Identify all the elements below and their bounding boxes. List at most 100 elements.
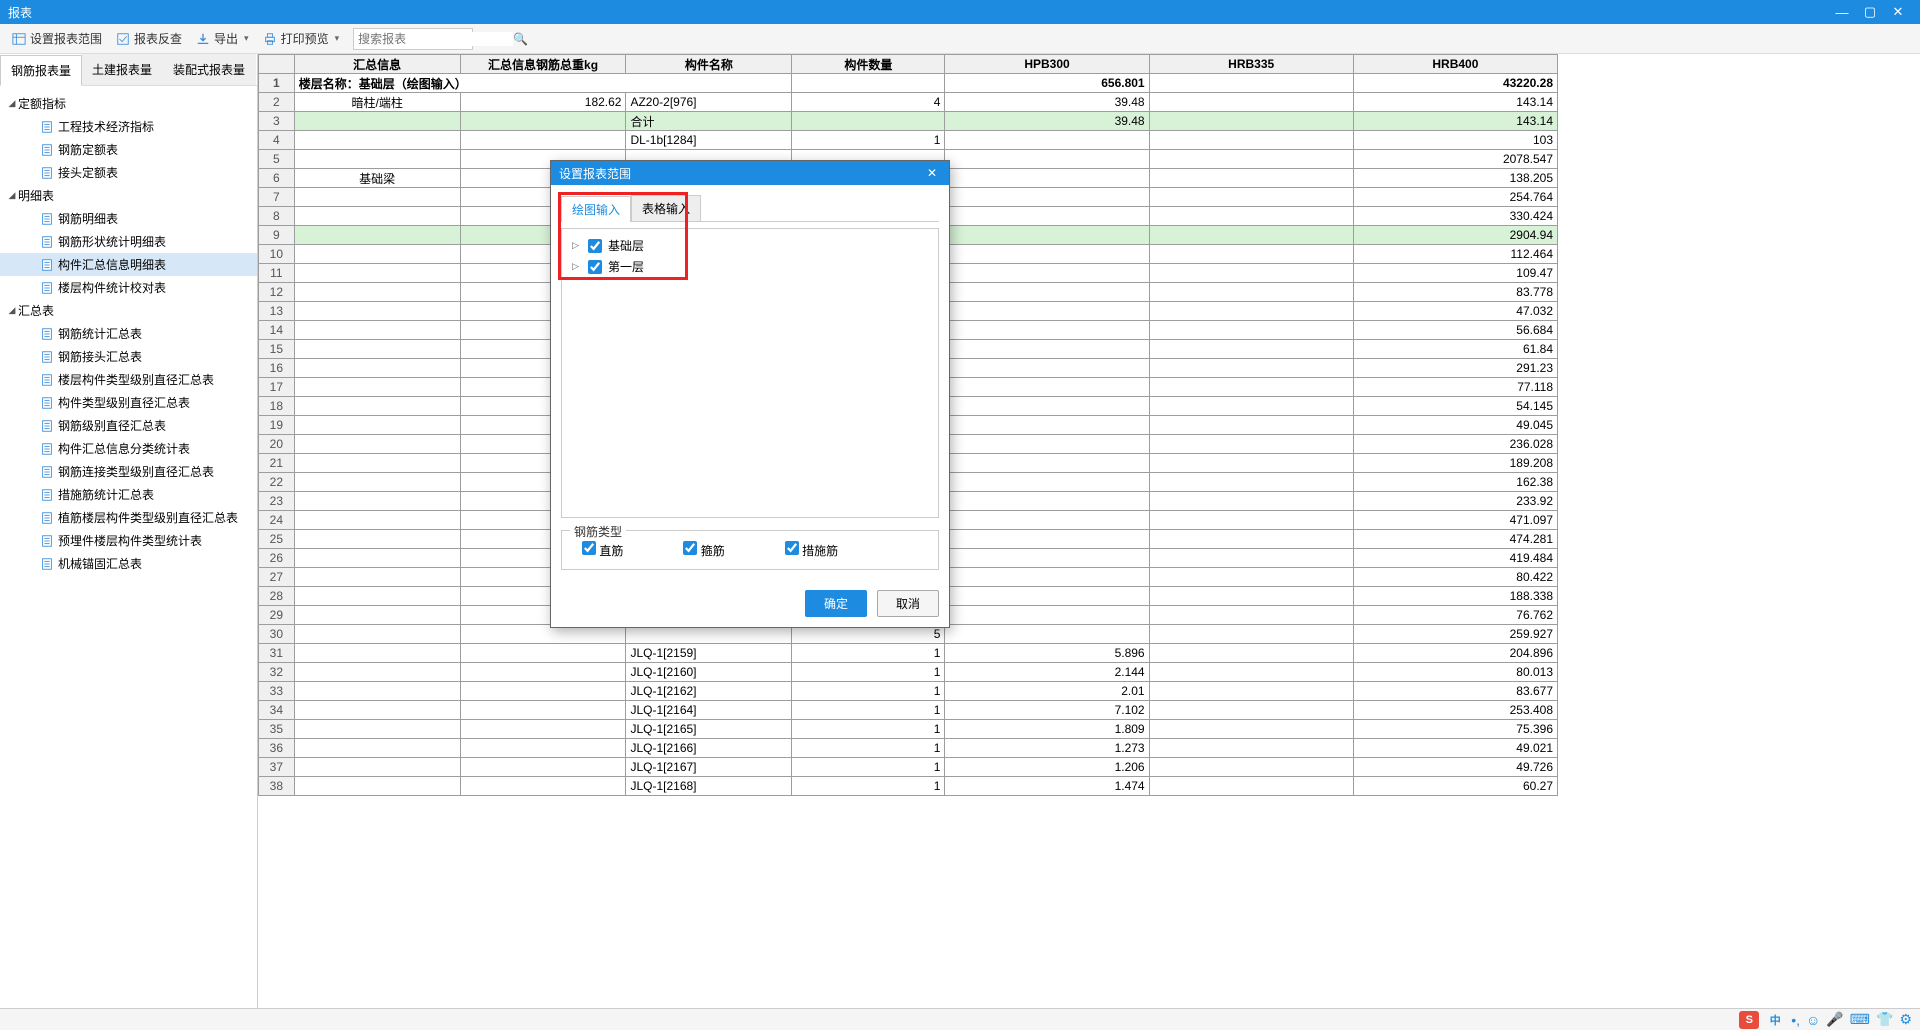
tree-item[interactable]: 措施筋统计汇总表 [0, 483, 257, 506]
ime-keyboard-icon[interactable]: ⌨ [1850, 1011, 1870, 1028]
document-icon [40, 419, 54, 433]
print-preview-button[interactable]: 打印预览 ▾ [257, 27, 346, 50]
tree-item[interactable]: 钢筋统计汇总表 [0, 322, 257, 345]
tree-item[interactable]: 钢筋定额表 [0, 138, 257, 161]
export-button[interactable]: 导出 ▾ [190, 27, 255, 50]
tree-item[interactable]: 钢筋形状统计明细表 [0, 230, 257, 253]
document-icon [40, 258, 54, 272]
set-range-dialog: 设置报表范围 ✕ 绘图输入 表格输入 ▷ 基础层 ▷ 第一层 [550, 160, 950, 628]
reverse-check-icon [116, 32, 130, 46]
chevron-down-icon: ▾ [335, 33, 340, 44]
document-icon [40, 488, 54, 502]
close-icon[interactable]: ✕ [1884, 4, 1912, 20]
col-hpb300: HPB300 [945, 55, 1149, 74]
tree-item[interactable]: 楼层构件统计校对表 [0, 276, 257, 299]
table-row[interactable]: 32JLQ-1[2160]12.14480.013 [259, 663, 1558, 682]
table-row[interactable]: 33JLQ-1[2162]12.0183.677 [259, 682, 1558, 701]
type-measure[interactable]: 措施筋 [785, 541, 838, 559]
type-straight[interactable]: 直筋 [582, 541, 623, 559]
document-icon [40, 120, 54, 134]
app-title: 报表 [8, 4, 1828, 21]
document-icon [40, 557, 54, 571]
range-icon [12, 32, 26, 46]
table-row[interactable]: 37JLQ-1[2167]11.20649.726 [259, 758, 1558, 777]
dialog-close-icon[interactable]: ✕ [923, 166, 941, 180]
search-icon[interactable]: 🔍 [513, 32, 528, 46]
ok-button[interactable]: 确定 [805, 590, 867, 617]
search-input[interactable] [358, 32, 513, 46]
ime-logo-icon: S [1739, 1011, 1759, 1029]
floor-check-base[interactable] [588, 239, 602, 253]
tab-table-input[interactable]: 表格输入 [631, 195, 701, 221]
tree-item[interactable]: 钢筋连接类型级别直径汇总表 [0, 460, 257, 483]
table-row[interactable]: 3合计39.48143.14 [259, 112, 1558, 131]
search-input-wrap[interactable]: 🔍 [353, 28, 473, 50]
floor-item-1[interactable]: ▷ 第一层 [568, 256, 932, 277]
tree-item[interactable]: 接头定额表 [0, 161, 257, 184]
table-row[interactable]: 35JLQ-1[2165]11.80975.396 [259, 720, 1558, 739]
dialog-titlebar[interactable]: 设置报表范围 ✕ [551, 161, 949, 185]
rebar-type-group: 钢筋类型 直筋 箍筋 措施筋 [561, 530, 939, 570]
tree-category[interactable]: ◢定额指标 [0, 92, 257, 115]
document-icon [40, 442, 54, 456]
tab-civil[interactable]: 土建报表量 [81, 54, 163, 85]
tree-item[interactable]: 构件类型级别直径汇总表 [0, 391, 257, 414]
tab-drawing-input[interactable]: 绘图输入 [561, 196, 631, 222]
tree-item[interactable]: 构件汇总信息分类统计表 [0, 437, 257, 460]
ime-settings-icon[interactable]: ⚙ [1899, 1011, 1912, 1028]
col-weight: 汇总信息钢筋总重kg [460, 55, 626, 74]
document-icon [40, 511, 54, 525]
ime-mic-icon[interactable]: 🎤 [1826, 1011, 1843, 1028]
reverse-check-button[interactable]: 报表反查 [110, 27, 188, 50]
chevron-down-icon: ▾ [244, 33, 249, 44]
table-row[interactable]: 2暗柱/端柱182.62AZ20-2[976]439.48143.14 [259, 93, 1558, 112]
expand-icon[interactable]: ▷ [572, 261, 582, 272]
document-icon [40, 143, 54, 157]
ime-punct-icon[interactable]: •, [1791, 1012, 1800, 1028]
document-icon [40, 212, 54, 226]
toolbar: 设置报表范围 报表反查 导出 ▾ 打印预览 ▾ 🔍 [0, 24, 1920, 54]
type-legend: 钢筋类型 [570, 523, 626, 540]
tree-item[interactable]: 钢筋级别直径汇总表 [0, 414, 257, 437]
maximize-icon[interactable]: ▢ [1856, 4, 1884, 20]
table-row[interactable]: 34JLQ-1[2164]17.102253.408 [259, 701, 1558, 720]
sidebar-tabs: 钢筋报表量 土建报表量 装配式报表量 [0, 54, 257, 86]
tab-rebar[interactable]: 钢筋报表量 [0, 55, 82, 86]
ime-lang[interactable]: 中 [1765, 1011, 1785, 1029]
tree-item[interactable]: 钢筋明细表 [0, 207, 257, 230]
tree-item[interactable]: 工程技术经济指标 [0, 115, 257, 138]
expand-icon[interactable]: ▷ [572, 240, 582, 251]
tab-prefab[interactable]: 装配式报表量 [162, 54, 256, 85]
tree-item[interactable]: 钢筋接头汇总表 [0, 345, 257, 368]
type-stirrup[interactable]: 箍筋 [683, 541, 724, 559]
table-row[interactable]: 31JLQ-1[2159]15.896204.896 [259, 644, 1558, 663]
document-icon [40, 281, 54, 295]
grid-area[interactable]: 汇总信息 汇总信息钢筋总重kg 构件名称 构件数量 HPB300 HRB335 … [258, 54, 1920, 1008]
document-icon [40, 396, 54, 410]
report-tree: ◢定额指标工程技术经济指标钢筋定额表接头定额表◢明细表钢筋明细表钢筋形状统计明细… [0, 86, 257, 1008]
ime-indicator[interactable]: S 中 •, ☺ 🎤 ⌨ 👕 ⚙ [1739, 1011, 1912, 1029]
tree-category[interactable]: ◢汇总表 [0, 299, 257, 322]
floor-check-1[interactable] [588, 260, 602, 274]
tree-item[interactable]: 构件汇总信息明细表 [0, 253, 257, 276]
tree-item[interactable]: 机械锚固汇总表 [0, 552, 257, 575]
table-row[interactable]: 36JLQ-1[2166]11.27349.021 [259, 739, 1558, 758]
statusbar: S 中 •, ☺ 🎤 ⌨ 👕 ⚙ [0, 1008, 1920, 1030]
tree-item[interactable]: 楼层构件类型级别直径汇总表 [0, 368, 257, 391]
table-row[interactable]: 38JLQ-1[2168]11.47460.27 [259, 777, 1558, 796]
col-summary: 汇总信息 [294, 55, 460, 74]
cancel-button[interactable]: 取消 [877, 590, 939, 617]
ime-skin-icon[interactable]: 👕 [1876, 1011, 1893, 1028]
table-row[interactable]: 4DL-1b[1284]1103 [259, 131, 1558, 150]
tree-item[interactable]: 植筋楼层构件类型级别直径汇总表 [0, 506, 257, 529]
set-report-range-button[interactable]: 设置报表范围 [6, 27, 108, 50]
table-row[interactable]: 1楼层名称：基础层（绘图输入）656.80143220.28 [259, 74, 1558, 93]
floor-item-base[interactable]: ▷ 基础层 [568, 235, 932, 256]
tree-item[interactable]: 预埋件楼层构件类型统计表 [0, 529, 257, 552]
document-icon [40, 350, 54, 364]
ime-emoji-icon[interactable]: ☺ [1806, 1012, 1820, 1028]
document-icon [40, 373, 54, 387]
document-icon [40, 327, 54, 341]
tree-category[interactable]: ◢明细表 [0, 184, 257, 207]
minimize-icon[interactable]: — [1828, 5, 1856, 20]
